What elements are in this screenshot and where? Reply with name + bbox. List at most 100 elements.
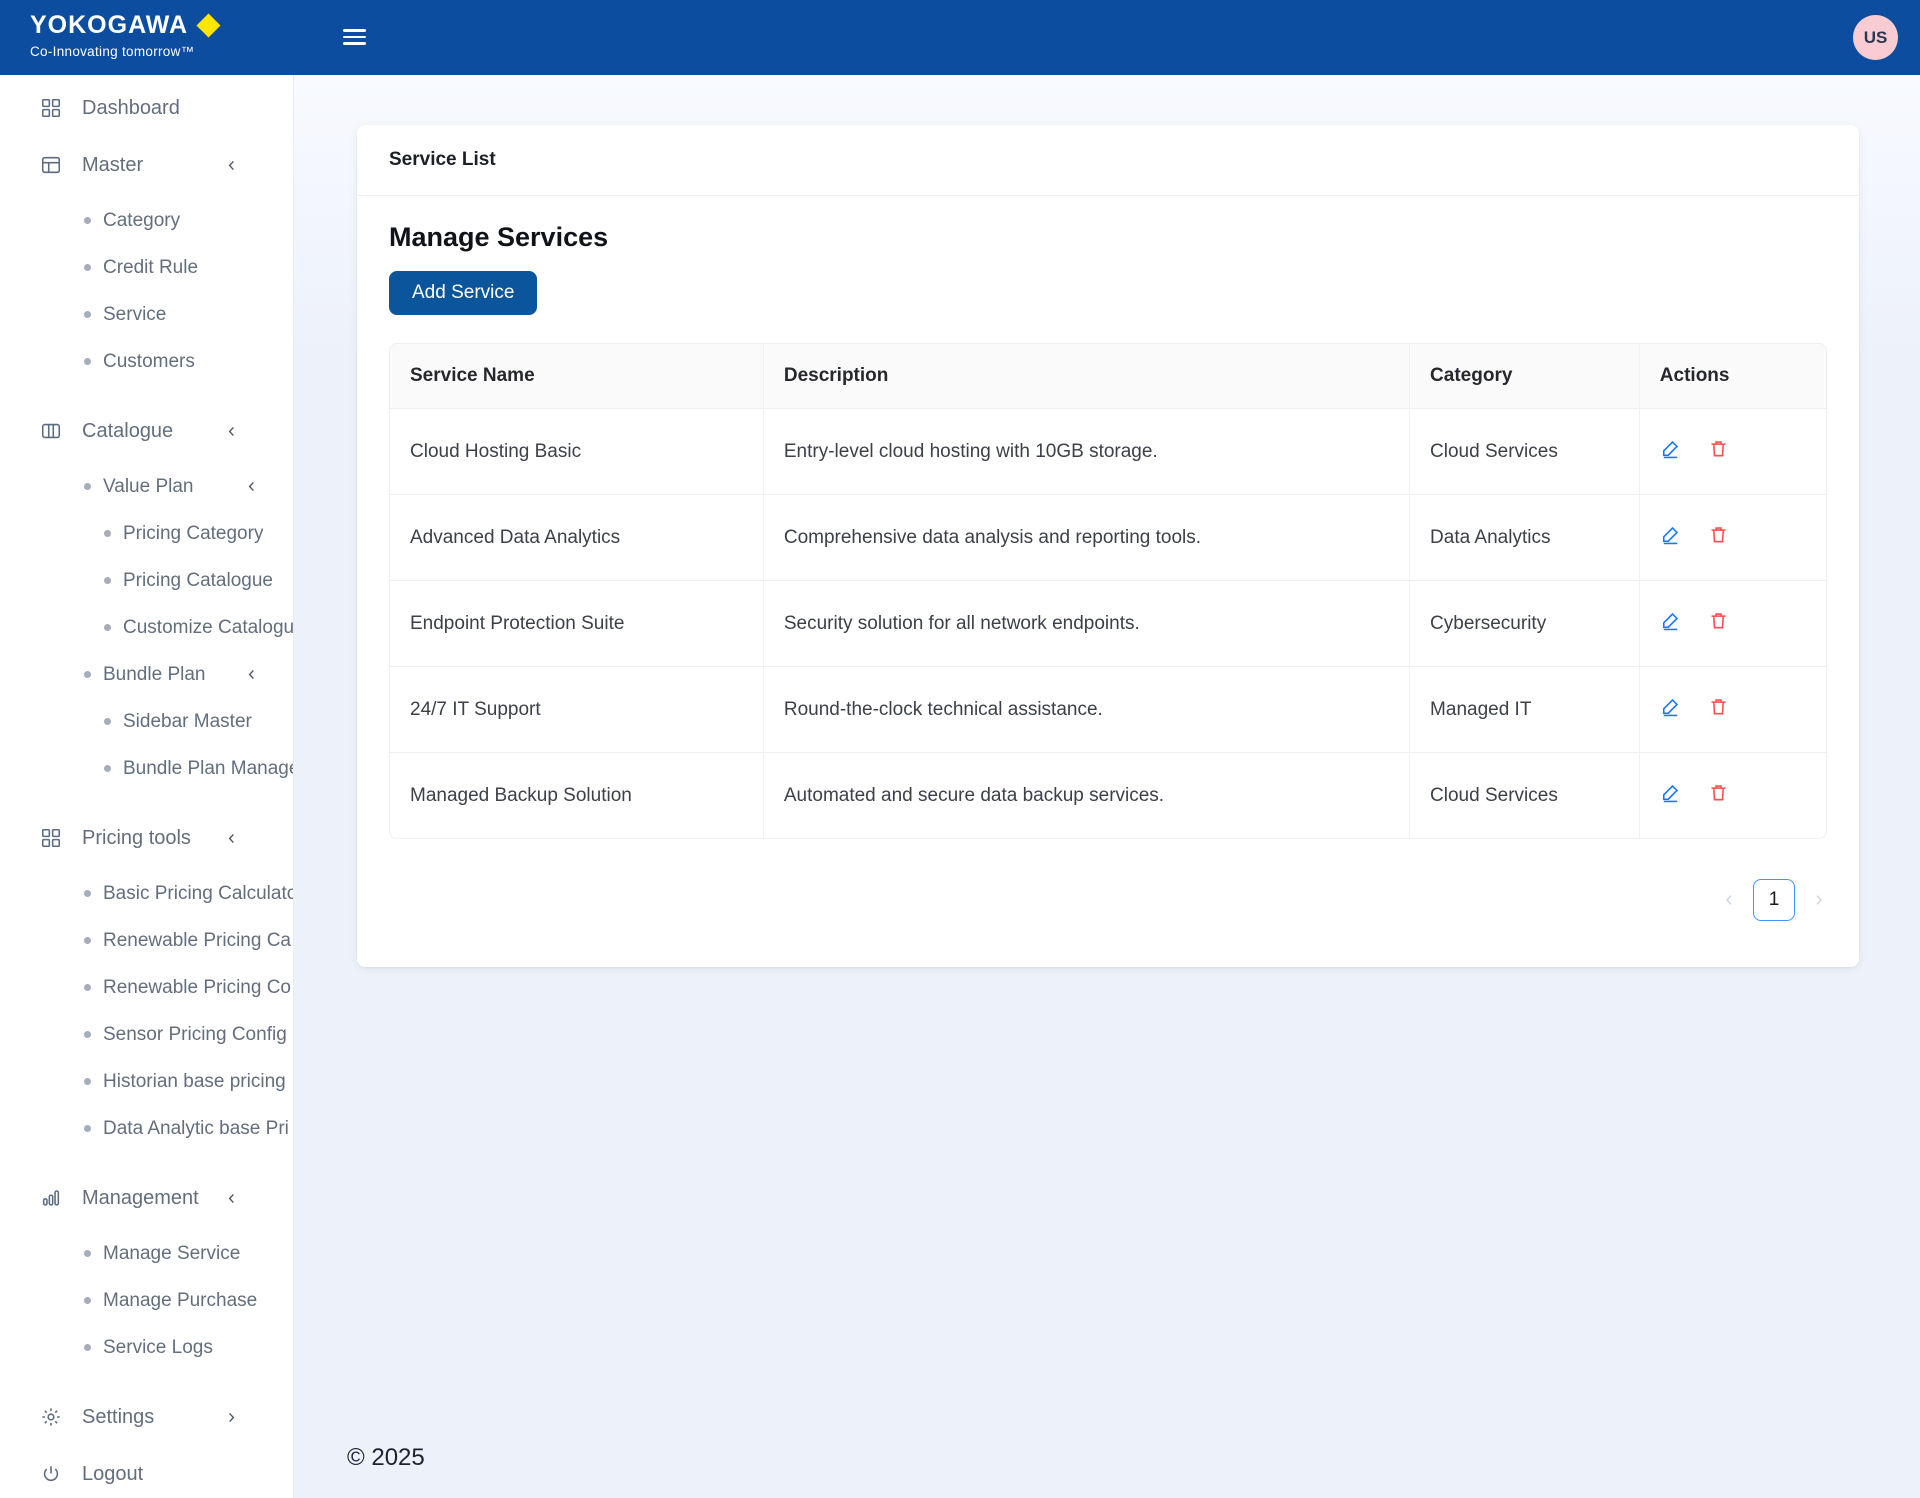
bullet-icon bbox=[84, 358, 91, 365]
sidebar-item-bundle-plan-management[interactable]: Bundle Plan Management bbox=[0, 745, 293, 792]
service-name-cell: Managed Backup Solution bbox=[390, 752, 764, 838]
bullet-icon bbox=[104, 624, 111, 631]
sidebar-item-manage-service[interactable]: Manage Service bbox=[0, 1230, 293, 1277]
sidebar-item-label: Settings bbox=[82, 1405, 155, 1428]
chevron-left-icon bbox=[1725, 895, 1732, 905]
edit-button[interactable] bbox=[1660, 782, 1681, 803]
pencil-icon bbox=[1662, 526, 1678, 545]
sidebar-item-bundle-plan[interactable]: Bundle Plan bbox=[0, 651, 293, 698]
bullet-icon bbox=[84, 217, 91, 224]
bullet-icon bbox=[84, 1031, 91, 1038]
chevron-left-icon bbox=[224, 158, 239, 173]
page-title: Manage Services bbox=[389, 222, 609, 252]
sidebar-item-master[interactable]: Master bbox=[0, 140, 293, 190]
table-row: Advanced Data Analytics Comprehensive da… bbox=[390, 494, 1826, 581]
service-name-cell: Endpoint Protection Suite bbox=[390, 580, 764, 667]
chevron-left-icon bbox=[224, 424, 239, 439]
sidebar-item-credit-rule[interactable]: Credit Rule bbox=[0, 244, 293, 291]
bullet-icon bbox=[84, 984, 91, 991]
bar-chart-icon bbox=[40, 1187, 62, 1209]
sidebar-item-service[interactable]: Service bbox=[0, 291, 293, 338]
sidebar-item-label: Pricing tools bbox=[82, 826, 191, 849]
delete-button[interactable] bbox=[1708, 696, 1729, 717]
sidebar-item-pricing-tools[interactable]: Pricing tools bbox=[0, 813, 293, 863]
bullet-icon bbox=[104, 718, 111, 725]
edit-button[interactable] bbox=[1660, 524, 1681, 545]
previous-page-button[interactable] bbox=[1721, 892, 1737, 908]
sidebar-item-customers[interactable]: Customers bbox=[0, 338, 293, 385]
description-cell: Round-the-clock technical assistance. bbox=[763, 666, 1411, 753]
table-header-row: Service Name Description Category Action… bbox=[390, 344, 1826, 409]
sidebar: Dashboard Master Category Credit Rule Se… bbox=[0, 75, 293, 1498]
sidebar-item-data-analytic-base-pricing[interactable]: Data Analytic base Pri bbox=[0, 1105, 293, 1152]
sidebar-item-label: Sensor Pricing Config bbox=[103, 1023, 287, 1045]
chevron-left-icon bbox=[224, 1191, 239, 1206]
add-service-button[interactable]: Add Service bbox=[389, 271, 538, 315]
bullet-icon bbox=[84, 1344, 91, 1351]
delete-button[interactable] bbox=[1708, 524, 1729, 545]
user-avatar[interactable]: US bbox=[1853, 15, 1898, 60]
sidebar-item-label: Logout bbox=[82, 1462, 144, 1485]
chevron-left-icon bbox=[244, 667, 259, 682]
delete-button[interactable] bbox=[1708, 438, 1729, 459]
sidebar-item-renewable-pricing-co[interactable]: Renewable Pricing Co bbox=[0, 964, 293, 1011]
sidebar-item-pricing-catalogue[interactable]: Pricing Catalogue bbox=[0, 557, 293, 604]
sidebar-item-historian-base-pricing[interactable]: Historian base pricing bbox=[0, 1058, 293, 1105]
sidebar-item-catalogue[interactable]: Catalogue bbox=[0, 406, 293, 456]
sidebar-item-label: Data Analytic base Pri bbox=[103, 1117, 289, 1139]
columns-icon bbox=[40, 420, 62, 442]
bullet-icon bbox=[84, 483, 91, 490]
page-1-button[interactable]: 1 bbox=[1753, 879, 1795, 921]
sidebar-item-management[interactable]: Management bbox=[0, 1173, 293, 1223]
category-cell: Cloud Services bbox=[1409, 408, 1640, 495]
pagination: 1 bbox=[389, 879, 1827, 921]
edit-button[interactable] bbox=[1660, 610, 1681, 631]
sidebar-item-logout[interactable]: Logout bbox=[0, 1449, 293, 1498]
column-header-service-name: Service Name bbox=[390, 344, 764, 409]
sidebar-item-label: Master bbox=[82, 153, 144, 176]
sidebar-item-customize-catalogue[interactable]: Customize Catalogue bbox=[0, 604, 293, 651]
column-header-actions: Actions bbox=[1639, 344, 1826, 409]
category-cell: Cloud Services bbox=[1409, 752, 1640, 838]
sidebar-item-label: Basic Pricing Calculator bbox=[103, 882, 293, 904]
chevron-left-icon bbox=[224, 831, 239, 846]
description-cell: Security solution for all network endpoi… bbox=[763, 580, 1411, 667]
sidebar-item-value-plan[interactable]: Value Plan bbox=[0, 463, 293, 510]
sidebar-toggle-button[interactable] bbox=[343, 25, 369, 49]
sidebar-item-label: Pricing Category bbox=[123, 522, 264, 544]
sidebar-item-service-logs[interactable]: Service Logs bbox=[0, 1324, 293, 1371]
sidebar-item-label: Customize Catalogue bbox=[123, 616, 293, 638]
bullet-icon bbox=[84, 1125, 91, 1132]
sidebar-item-renewable-pricing-ca[interactable]: Renewable Pricing Ca bbox=[0, 917, 293, 964]
sidebar-item-pricing-category[interactable]: Pricing Category bbox=[0, 510, 293, 557]
main-content: Service List Manage Services Add Service… bbox=[293, 75, 1920, 1498]
sidebar-item-sensor-pricing-config[interactable]: Sensor Pricing Config bbox=[0, 1011, 293, 1058]
category-cell: Data Analytics bbox=[1409, 494, 1640, 581]
sidebar-item-label: Manage Purchase bbox=[103, 1289, 258, 1311]
grid-icon bbox=[40, 827, 62, 849]
sidebar-item-manage-purchase[interactable]: Manage Purchase bbox=[0, 1277, 293, 1324]
service-name-cell: Cloud Hosting Basic bbox=[390, 408, 764, 495]
edit-button[interactable] bbox=[1660, 696, 1681, 717]
description-cell: Automated and secure data backup service… bbox=[763, 752, 1411, 838]
edit-button[interactable] bbox=[1660, 438, 1681, 459]
next-page-button[interactable] bbox=[1811, 892, 1827, 908]
delete-button[interactable] bbox=[1708, 610, 1729, 631]
description-cell: Comprehensive data analysis and reportin… bbox=[763, 494, 1411, 581]
trash-icon bbox=[1711, 613, 1726, 629]
sidebar-item-dashboard[interactable]: Dashboard bbox=[0, 83, 293, 133]
column-header-category: Category bbox=[1409, 344, 1640, 409]
chevron-left-icon bbox=[244, 479, 259, 494]
sidebar-item-settings[interactable]: Settings bbox=[0, 1392, 293, 1442]
trash-icon bbox=[1711, 699, 1726, 715]
brand-tagline: Co-Innovating tomorrow™ bbox=[30, 44, 195, 59]
delete-button[interactable] bbox=[1708, 782, 1729, 803]
category-cell: Cybersecurity bbox=[1409, 580, 1640, 667]
sidebar-item-sidebar-master[interactable]: Sidebar Master bbox=[0, 698, 293, 745]
services-table: Service Name Description Category Action… bbox=[389, 343, 1827, 839]
sidebar-item-basic-pricing-calculator[interactable]: Basic Pricing Calculator bbox=[0, 870, 293, 917]
sidebar-item-category[interactable]: Category bbox=[0, 197, 293, 244]
card-title: Service List bbox=[357, 125, 1859, 196]
trash-icon bbox=[1711, 785, 1726, 801]
table-row: 24/7 IT Support Round-the-clock technica… bbox=[390, 666, 1826, 753]
